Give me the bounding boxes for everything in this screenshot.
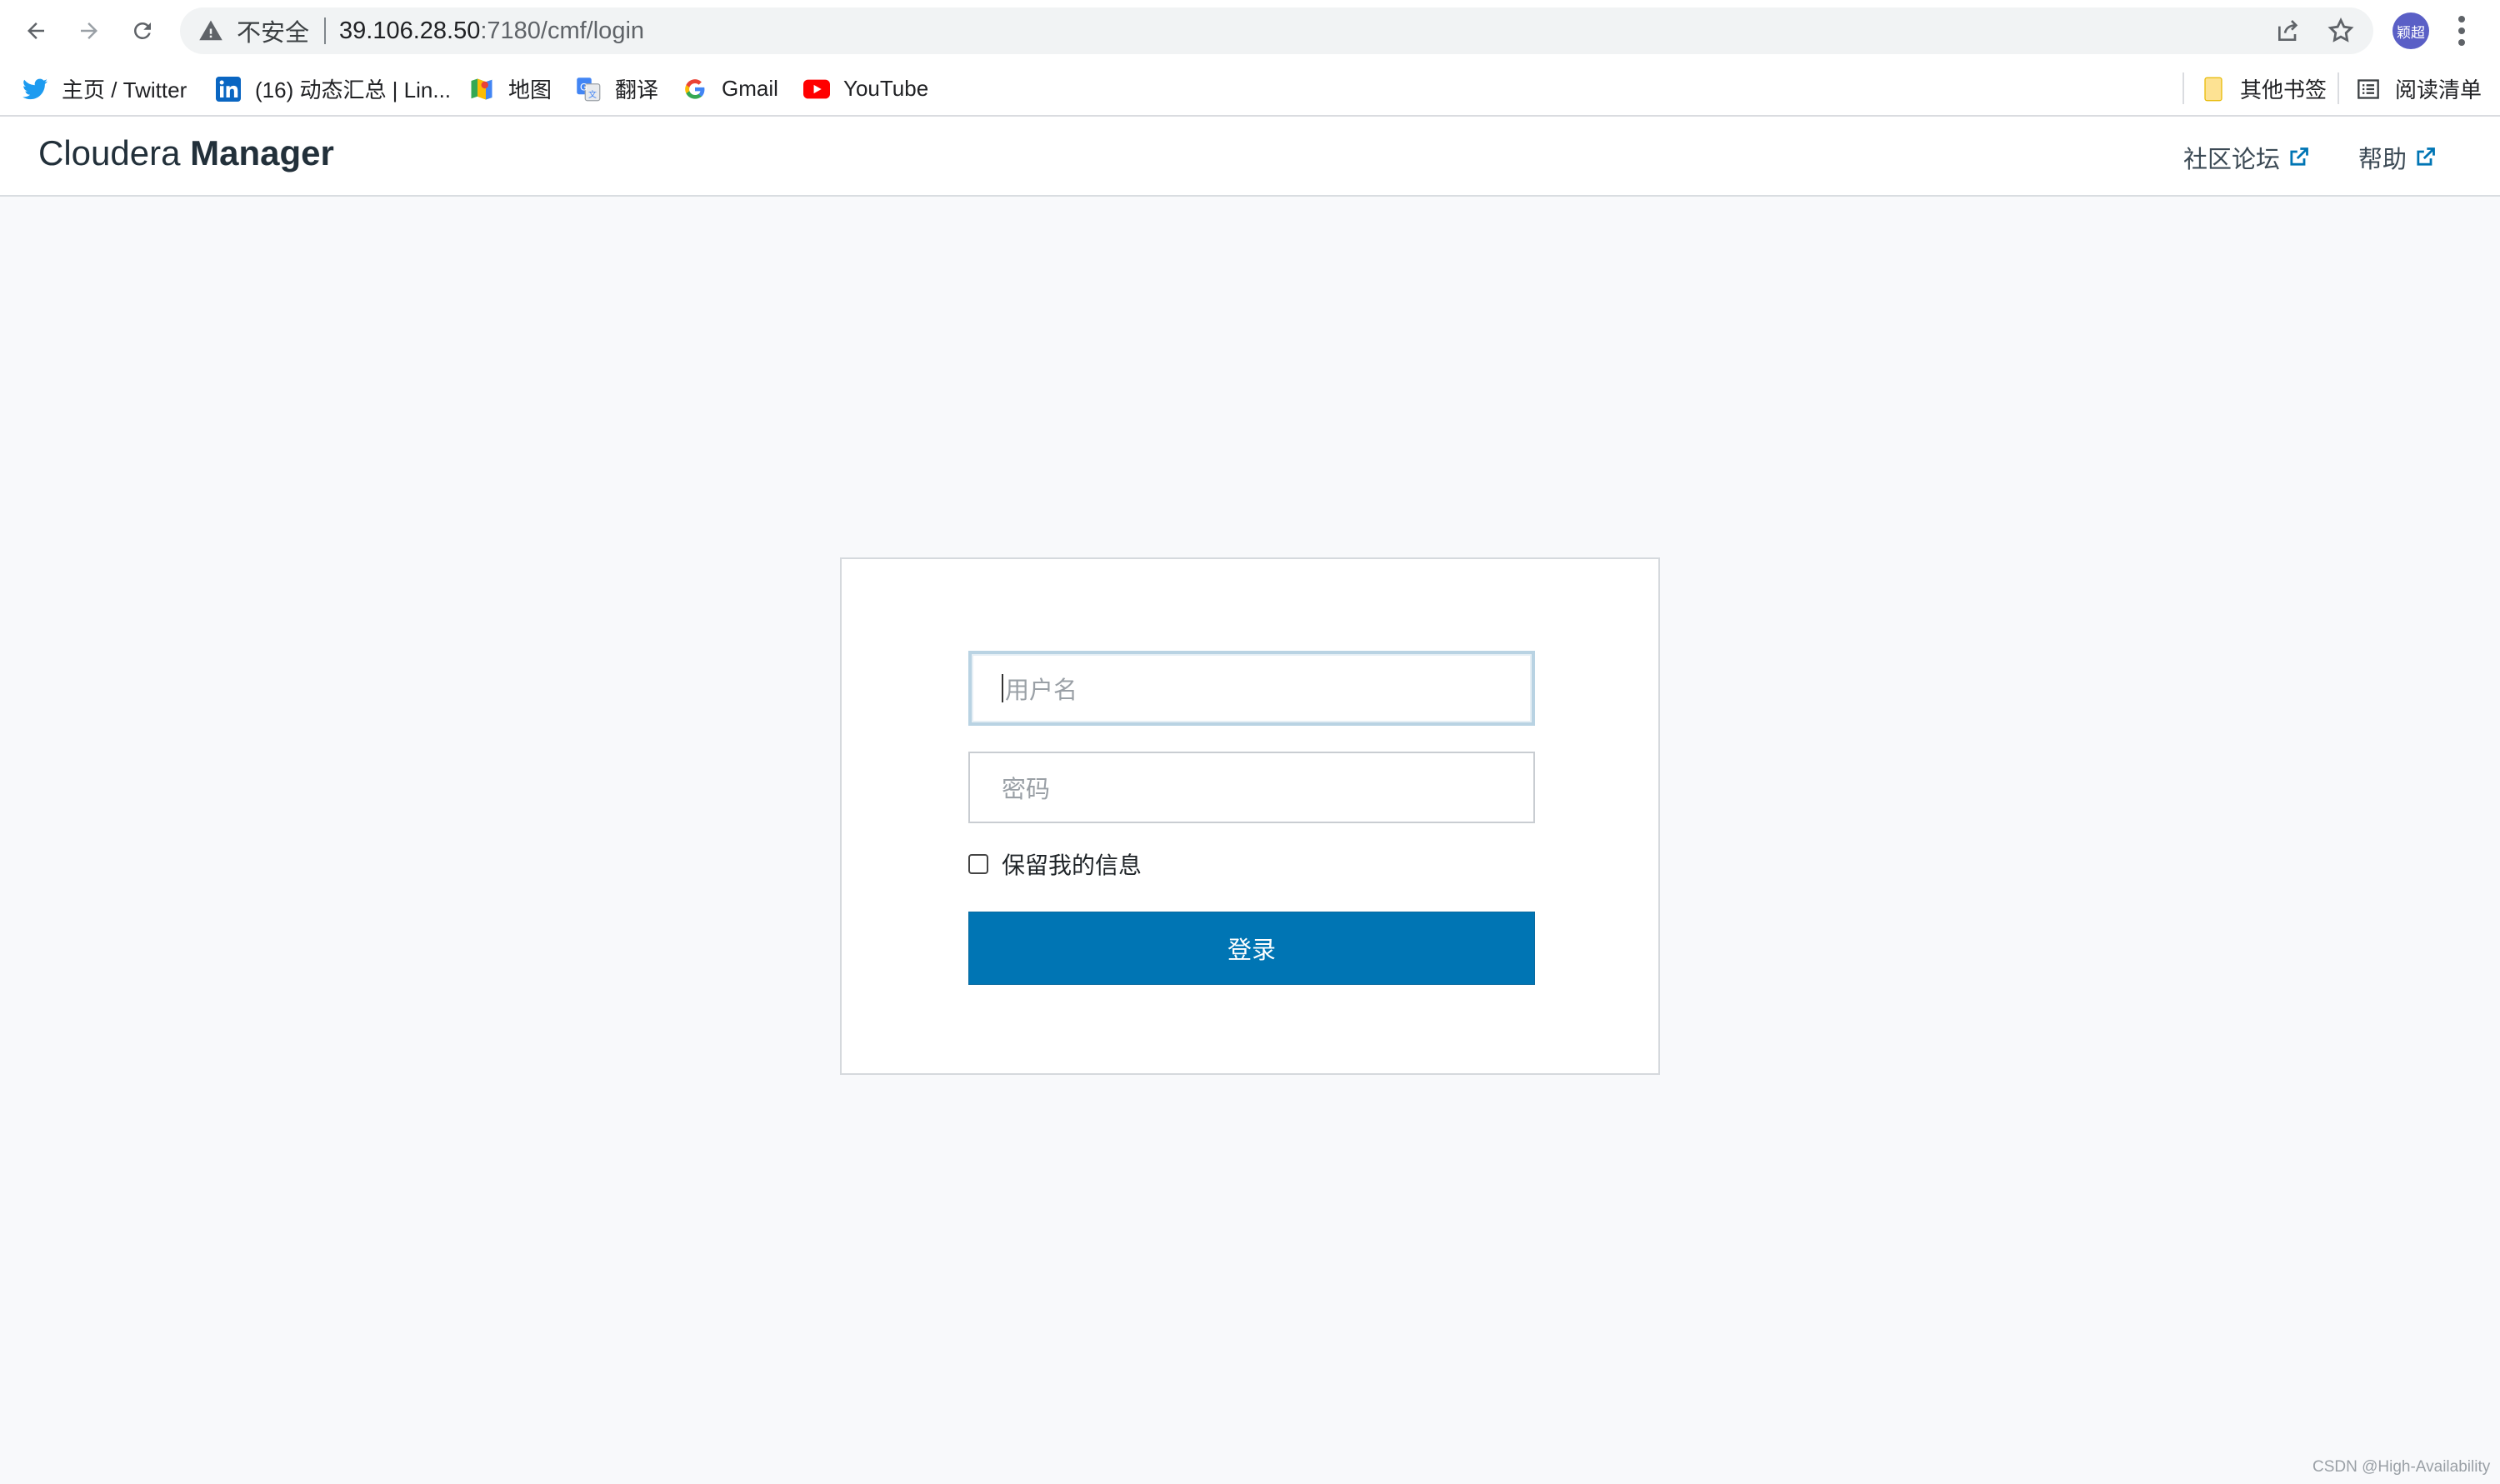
username-input[interactable]: 用户名	[968, 651, 1535, 726]
bookmark-twitter[interactable]: 主页 / Twitter	[22, 62, 187, 115]
remember-me-checkbox[interactable]	[968, 854, 988, 874]
bookmarks-divider	[2338, 72, 2339, 104]
url-host: 39.106.28.50	[339, 17, 481, 44]
watermark: CSDN @High-Availability	[2312, 1458, 2491, 1476]
maps-icon	[468, 76, 495, 102]
folder-icon	[2200, 76, 2227, 102]
linkedin-icon	[215, 76, 242, 102]
google-icon	[682, 76, 708, 102]
external-link-icon	[2290, 147, 2308, 166]
reload-button[interactable]	[123, 12, 162, 50]
username-placeholder: 用户名	[1005, 676, 1078, 704]
security-status[interactable]: 不安全	[237, 13, 309, 48]
profile-avatar[interactable]: 颖超	[2392, 12, 2429, 49]
bookmark-label: Gmail	[722, 76, 778, 101]
bookmark-label: YouTube	[843, 76, 929, 101]
login-card: 用户名 密码 保留我的信息 登录	[840, 557, 1660, 1075]
bookmarks-bar: 主页 / Twitter (16) 动态汇总 | Lin... 地图 G文 翻译…	[0, 62, 2500, 117]
back-button[interactable]	[17, 12, 55, 50]
remember-me[interactable]: 保留我的信息	[968, 847, 1142, 881]
bookmarks-divider	[2182, 72, 2184, 104]
reload-icon	[134, 22, 151, 39]
bookmark-star-icon[interactable]	[2327, 17, 2355, 45]
app-header: Cloudera Manager 社区论坛 帮助	[0, 117, 2500, 197]
community-forum-label: 社区论坛	[2183, 145, 2281, 173]
reading-list-icon	[2355, 76, 2382, 102]
bookmark-youtube[interactable]: YouTube	[803, 62, 928, 115]
other-bookmarks-label: 其他书签	[2240, 77, 2328, 102]
password-placeholder: 密码	[1002, 775, 1051, 803]
reading-list-label: 阅读清单	[2395, 77, 2482, 102]
translate-icon: G文	[575, 76, 602, 102]
help-label: 帮助	[2358, 145, 2408, 173]
arrow-right-icon	[81, 22, 98, 39]
login-button-label: 登录	[1227, 936, 1276, 964]
bookmark-linkedin[interactable]: (16) 动态汇总 | Lin...	[215, 62, 451, 115]
password-input[interactable]: 密码	[968, 752, 1535, 823]
address-divider	[324, 17, 327, 44]
share-icon[interactable]	[2275, 17, 2302, 44]
text-caret	[1002, 674, 1003, 702]
arrow-left-icon	[28, 22, 44, 39]
address-bar[interactable]: 不安全 39.106.28.50:7180/cmf/login	[180, 7, 2373, 54]
login-button[interactable]: 登录	[968, 912, 1535, 985]
more-menu-icon[interactable]	[2452, 14, 2472, 47]
bookmark-gmail[interactable]: Gmail	[682, 62, 778, 115]
forward-button[interactable]	[70, 12, 108, 50]
bookmark-maps[interactable]: 地图	[468, 62, 552, 115]
help-link[interactable]: 帮助	[2358, 140, 2437, 175]
url-path: :7180/cmf/login	[480, 17, 645, 44]
warning-icon	[199, 20, 222, 41]
community-forum-link[interactable]: 社区论坛	[2183, 140, 2310, 175]
twitter-icon	[22, 76, 48, 102]
bookmark-label: 地图	[508, 77, 552, 102]
reading-list[interactable]: 阅读清单	[2355, 62, 2482, 115]
bookmark-label: 翻译	[615, 77, 659, 102]
svg-text:文: 文	[588, 89, 597, 100]
brand-name-light: Cloudera	[38, 133, 181, 172]
brand-logo[interactable]: Cloudera Manager	[38, 133, 334, 173]
bookmark-label: (16) 动态汇总 | Lin...	[255, 77, 452, 102]
svg-text:G: G	[580, 82, 588, 92]
bookmark-label: 主页 / Twitter	[62, 77, 188, 102]
browser-toolbar: 不安全 39.106.28.50:7180/cmf/login 颖超	[0, 0, 2500, 62]
remember-me-label: 保留我的信息	[1002, 852, 1142, 879]
brand-name-bold: Manager	[190, 133, 334, 172]
bookmark-translate[interactable]: G文 翻译	[575, 62, 658, 115]
youtube-icon	[803, 76, 830, 102]
other-bookmarks-folder[interactable]: 其他书签	[2200, 62, 2327, 115]
external-link-icon	[2417, 147, 2435, 166]
